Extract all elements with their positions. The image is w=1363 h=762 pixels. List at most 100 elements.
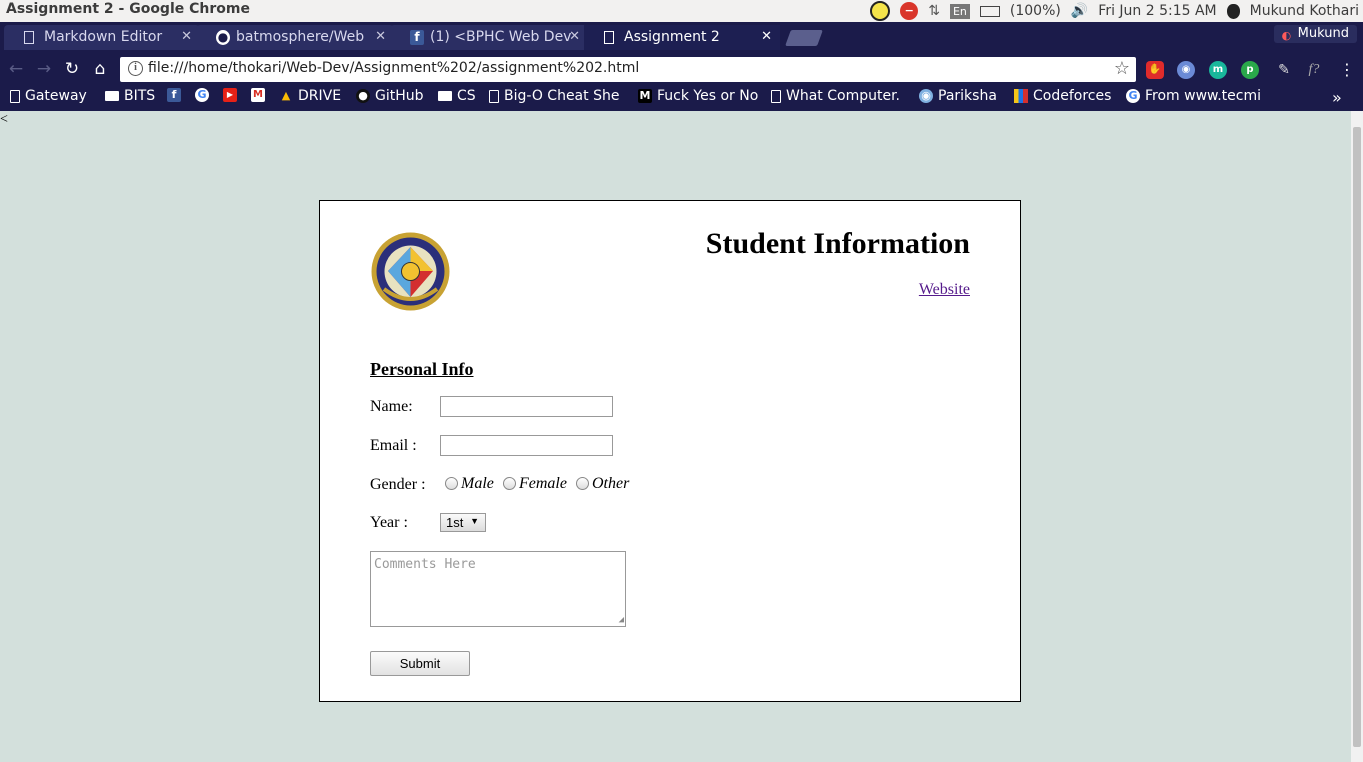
extension-owl-icon[interactable]: ◉ <box>1177 61 1195 79</box>
google-icon: G <box>1126 89 1140 103</box>
close-icon[interactable]: ✕ <box>181 29 192 44</box>
url-text[interactable]: file:///home/thokari/Web-Dev/Assignment%… <box>148 60 639 76</box>
email-label: Email : <box>370 437 417 454</box>
adblock-extension-icon[interactable]: ✋ <box>1146 61 1164 79</box>
bookmarks-overflow-button[interactable]: » <box>1332 88 1342 107</box>
gender-option-label: Female <box>519 475 567 492</box>
close-icon[interactable]: ✕ <box>761 29 772 44</box>
google-icon: G <box>195 88 209 102</box>
resize-handle-icon[interactable]: ◢ <box>619 615 624 625</box>
bookmark-google[interactable]: G <box>195 88 209 102</box>
tab-facebook[interactable]: f (1) <BPHC Web Dev ✕ <box>390 25 588 50</box>
gender-radio-male[interactable] <box>445 477 458 490</box>
reload-button[interactable]: ↻ <box>62 59 82 79</box>
bookmark-codeforces[interactable]: Codeforces <box>1014 88 1111 104</box>
facebook-icon: f <box>410 30 424 45</box>
tab-markdown-editor[interactable]: Markdown Editor ✕ <box>4 25 200 50</box>
profile-name: Mukund <box>1297 26 1349 41</box>
back-button[interactable]: ← <box>6 59 26 79</box>
vertical-scrollbar[interactable] <box>1351 111 1363 762</box>
year-select[interactable]: 1st ▼ <box>440 513 486 532</box>
bookmark-label: Fuck Yes or No <box>657 88 759 104</box>
close-icon[interactable]: ✕ <box>375 29 386 44</box>
bookmark-label: DRIVE <box>298 88 342 104</box>
clock[interactable]: Fri Jun 2 5:15 AM <box>1098 3 1216 19</box>
os-top-bar: Assignment 2 - Google Chrome − ⇅ En (100… <box>0 0 1363 22</box>
bookmark-label: BITS <box>124 88 156 104</box>
battery-icon[interactable] <box>979 5 1000 17</box>
drive-icon: ▲ <box>281 89 291 102</box>
bookmark-label: Pariksha <box>938 88 997 104</box>
comments-textarea[interactable]: Comments Here ◢ <box>370 551 626 627</box>
website-link[interactable]: Website <box>919 281 970 299</box>
bookmark-label: Big-O Cheat She <box>504 88 620 104</box>
folder-icon <box>438 91 452 101</box>
forward-button[interactable]: → <box>34 59 54 79</box>
email-input[interactable] <box>440 435 613 456</box>
home-button[interactable]: ⌂ <box>90 59 110 79</box>
medium-icon: M <box>638 89 652 103</box>
bookmark-what-computer[interactable]: What Computer. <box>771 88 905 104</box>
tab-github[interactable]: ● batmosphere/Web ✕ <box>196 25 394 50</box>
blocked-icon[interactable]: − <box>900 2 919 20</box>
name-input[interactable] <box>440 396 613 417</box>
new-tab-button[interactable] <box>785 30 823 46</box>
extension-pen-icon[interactable]: ✎ <box>1275 61 1293 79</box>
bookmark-facebook[interactable]: f <box>167 88 181 102</box>
folder-icon <box>105 91 119 101</box>
owl-icon: ◉ <box>919 89 933 103</box>
tab-label: Assignment 2 <box>624 29 720 45</box>
chromium-indicator-icon[interactable] <box>870 1 891 21</box>
page-icon <box>771 89 781 103</box>
bookmark-big-o[interactable]: Big-O Cheat She <box>489 88 624 104</box>
volume-icon[interactable]: 🔊 <box>1071 3 1088 19</box>
window-title: Assignment 2 - Google Chrome <box>6 1 250 17</box>
tab-assignment-2[interactable]: Assignment 2 ✕ <box>584 25 780 50</box>
bookmark-label: GitHub <box>375 88 424 104</box>
bookmark-tecmint[interactable]: G From www.tecmi <box>1126 88 1266 104</box>
bookmark-label: Gateway <box>25 88 87 104</box>
network-icon[interactable]: ⇅ <box>928 3 940 19</box>
gender-label: Gender : <box>370 476 426 493</box>
bookmark-fuck-yes-or-no[interactable]: M Fuck Yes or No <box>638 88 758 104</box>
gmail-icon: M <box>251 88 265 102</box>
profile-icon: ◐ <box>1281 29 1292 42</box>
bits-logo <box>371 232 450 311</box>
submit-button[interactable]: Submit <box>370 651 470 676</box>
bookmark-label: From www.tecmi <box>1145 88 1261 104</box>
bookmark-label: CS <box>457 88 476 104</box>
bookmark-bits[interactable]: BITS <box>105 88 155 104</box>
info-icon[interactable]: i <box>128 61 143 76</box>
stray-text: < <box>0 112 8 127</box>
tab-label: (1) <BPHC Web Dev <box>430 29 572 45</box>
address-bar[interactable]: i file:///home/thokari/Web-Dev/Assignmen… <box>120 57 1136 82</box>
gender-radio-female[interactable] <box>503 477 516 490</box>
gender-option-label: Other <box>592 475 630 492</box>
extension-formula-icon[interactable]: f? <box>1305 61 1323 79</box>
page-icon <box>489 89 499 103</box>
bookmark-youtube[interactable]: ▶ <box>223 88 237 102</box>
bookmark-pariksha[interactable]: ◉ Pariksha <box>919 88 997 104</box>
gender-radio-other[interactable] <box>576 477 589 490</box>
youtube-icon: ▶ <box>223 88 237 102</box>
profile-button[interactable]: ◐ Mukund <box>1273 25 1357 43</box>
bookmark-cs[interactable]: CS <box>438 88 476 104</box>
bookmark-gmail[interactable]: M <box>251 88 265 102</box>
tab-label: Markdown Editor <box>44 29 163 45</box>
scrollbar-thumb[interactable] <box>1353 127 1361 747</box>
menu-icon[interactable]: ⋮ <box>1338 61 1356 79</box>
user-name[interactable]: Mukund Kothari <box>1250 3 1359 19</box>
bookmark-star-icon[interactable]: ☆ <box>1114 58 1130 79</box>
year-label: Year : <box>370 514 408 531</box>
close-icon[interactable]: ✕ <box>569 29 580 44</box>
bookmark-gateway[interactable]: Gateway <box>10 88 87 104</box>
gender-option-label: Male <box>461 475 494 492</box>
year-select-value: 1st <box>446 515 464 530</box>
extension-green-icon[interactable]: p <box>1241 61 1259 79</box>
keyboard-language-indicator[interactable]: En <box>949 3 970 19</box>
apple-icon[interactable] <box>1226 3 1240 19</box>
bookmark-github[interactable]: ● GitHub <box>356 88 424 104</box>
extension-m-icon[interactable]: m <box>1209 61 1227 79</box>
codeforces-icon <box>1014 89 1028 103</box>
bookmark-drive[interactable]: ▲ DRIVE <box>279 88 341 104</box>
